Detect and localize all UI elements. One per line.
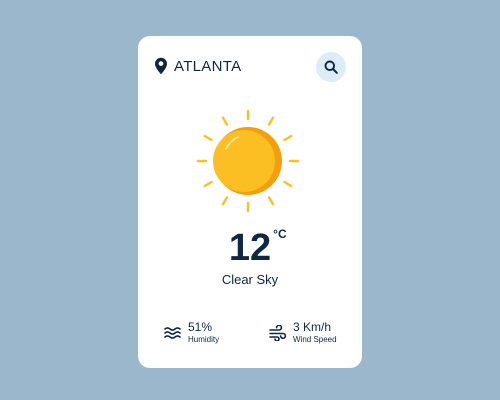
weather-card: ATLANTA 12 °C Clear Sky 51% Humidity 3 K… <box>138 36 362 368</box>
temperature-unit: °C <box>273 227 287 241</box>
humidity-value: 51% <box>188 320 213 334</box>
wind-icon <box>269 324 287 341</box>
humidity-stat: 51% Humidity <box>164 320 219 345</box>
sun-icon <box>196 109 300 213</box>
temperature-display: 12 °C <box>138 226 362 270</box>
wind-speed-label: Wind Speed <box>293 335 337 344</box>
location-pin-icon <box>155 57 167 75</box>
wind-stat: 3 Km/h Wind Speed <box>269 320 337 345</box>
temperature-value: 12 <box>228 227 272 269</box>
weather-condition: Clear Sky <box>221 272 279 287</box>
search-icon <box>324 60 338 74</box>
wind-speed-value: 3 Km/h <box>293 320 332 334</box>
city-name: ATLANTA <box>174 57 242 75</box>
temperature-block: 12 °C <box>228 226 287 270</box>
waves-icon <box>164 326 181 339</box>
search-button[interactable] <box>316 52 346 82</box>
humidity-label: Humidity <box>188 335 220 344</box>
location-header: ATLANTA <box>154 56 241 76</box>
